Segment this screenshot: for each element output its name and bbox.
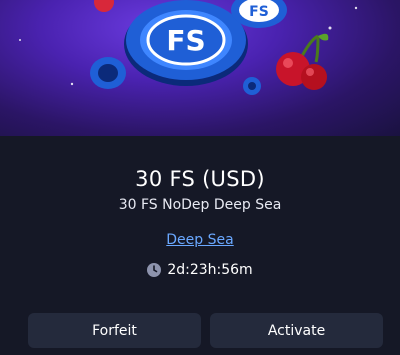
bonus-card: 30 FS (USD) 30 FS NoDep Deep Sea Deep Se… — [0, 136, 400, 355]
time-left-text: 2d:23h:56m — [167, 262, 253, 278]
activate-button[interactable]: Activate — [210, 313, 383, 348]
chip-small-label: FS — [249, 4, 269, 20]
bonus-subtitle: 30 FS NoDep Deep Sea — [118, 197, 282, 213]
chip-large-icon: FS — [124, 0, 248, 86]
game-link[interactable]: Deep Sea — [0, 232, 400, 248]
banner-illustration: FS FS — [19, 0, 358, 95]
expiry-timer: 2d:23h:56m — [0, 262, 400, 278]
chip-left-icon — [90, 57, 126, 89]
chip-large-label: FS — [166, 24, 205, 57]
cherry-top-icon — [94, 0, 114, 12]
bonus-banner: FS FS — [0, 0, 400, 136]
forfeit-button[interactable]: Forfeit — [28, 313, 201, 348]
bonus-title: 30 FS (USD) — [135, 167, 265, 191]
chip-tiny-icon — [243, 77, 261, 95]
cherries-icon — [276, 33, 329, 90]
clock-icon — [147, 263, 162, 277]
